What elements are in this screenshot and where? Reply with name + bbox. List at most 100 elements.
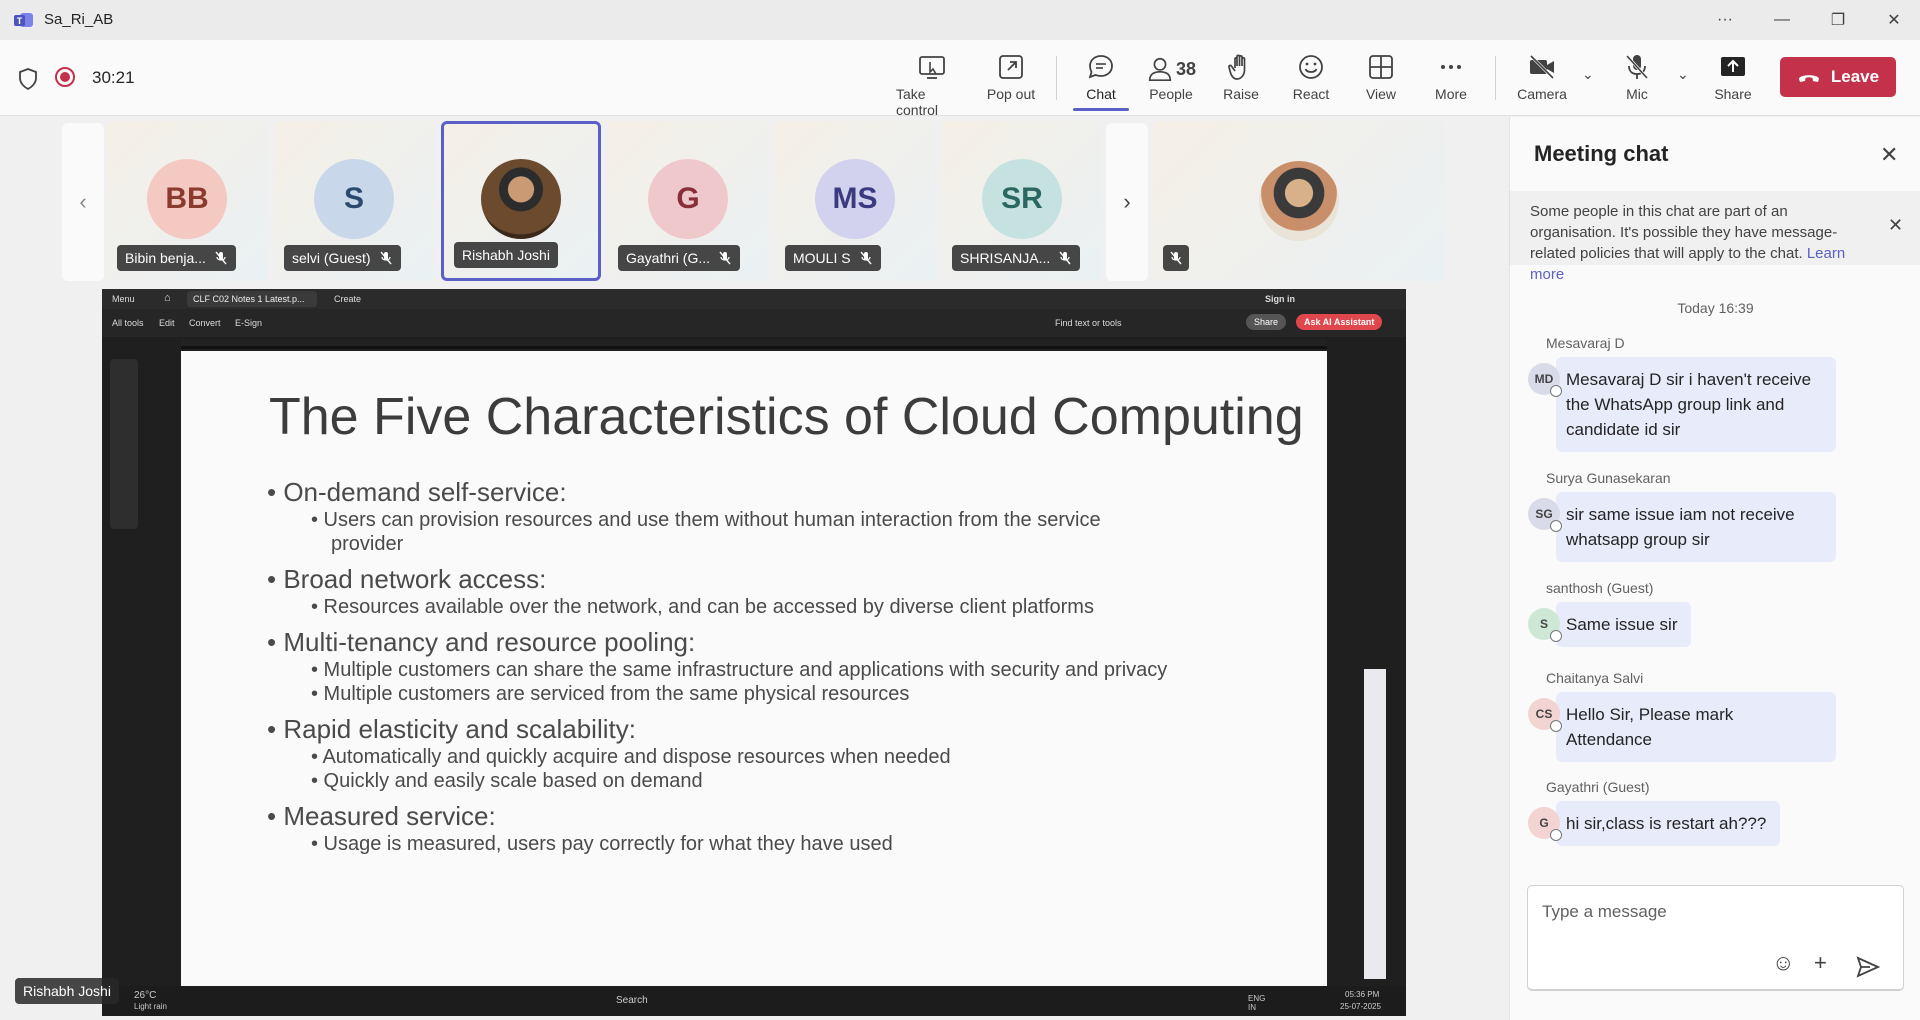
message-bubble: hi sir,class is restart ah??? [1556,801,1781,846]
chat-message[interactable]: Chaitanya Salvi CS Hello Sir, Please mark … [1528,670,1836,762]
slide-bullets: • On-demand self-service: • Users can pro… [267,469,1167,856]
view-button[interactable]: View [1345,52,1417,102]
take-control-icon [919,56,945,79]
close-chat-icon[interactable]: ✕ [1880,142,1898,168]
acrobat-side-tools [110,359,138,529]
camera-button[interactable]: Camera [1506,52,1578,102]
message-compose-box[interactable]: Type a message ☺ + [1527,885,1904,991]
camera-options-chevron-icon[interactable]: ⌄ [1582,66,1594,83]
raise-hand-button[interactable]: Raise [1205,52,1277,102]
avatar[interactable]: MD [1528,363,1562,397]
people-count: 38 [1175,58,1197,79]
more-options-icon[interactable]: ··· [1697,0,1753,40]
slide-bullet: • Measured service: [267,801,496,831]
close-window-button[interactable]: ✕ [1866,0,1920,40]
minimize-button[interactable]: — [1754,0,1810,40]
people-button[interactable]: 38 People [1135,52,1207,102]
chat-panel-title: Meeting chat [1534,141,1669,166]
message-sender: Mesavaraj D [1546,335,1625,351]
avatar[interactable]: G [1528,807,1562,841]
presence-status-icon [1550,720,1562,732]
chat-message[interactable]: Surya Gunasekaran SG sir same issue iam no… [1528,470,1836,562]
annotation-toolbar [1364,669,1386,979]
message-bubble: Mesavaraj D sir i haven't receive the Wh… [1556,357,1836,452]
raise-hand-icon [1228,54,1246,80]
participant-tile-video[interactable] [1153,121,1445,281]
strip-next-chevron-icon[interactable]: › [1106,123,1148,281]
slide-sub-bullet: • Quickly and easily scale based on dema… [311,770,703,792]
page-separator [181,339,1327,349]
mic-off-icon [1625,54,1649,80]
avatar: SR [982,159,1062,239]
participant-tile[interactable]: MS MOULI S [775,121,935,281]
participant-name: MOULI S [785,245,881,271]
chat-message[interactable]: Gayathri (Guest) Ghi sir,class is restart… [1528,779,1781,846]
avatar: S [314,159,394,239]
participant-tile[interactable]: SR SHRISANJA... [942,121,1102,281]
slide-bullet: • Multi-tenancy and resource pooling: [267,627,696,657]
take-control-button[interactable]: Take control [896,52,968,118]
react-button[interactable]: React [1275,52,1347,102]
presence-status-icon [1550,520,1562,532]
dismiss-notice-icon[interactable]: ✕ [1888,215,1903,236]
more-dots-icon [1441,65,1461,69]
participant-name: Rishabh Joshi [454,242,558,268]
avatar: MS [815,159,895,239]
meeting-chat-panel: Meeting chat ✕ Some people in this chat … [1509,117,1920,1020]
shield-icon[interactable] [18,68,38,90]
more-button[interactable]: More [1415,52,1487,102]
share-screen-icon [1721,57,1745,76]
acrobat-title-bar: Menu ⌂ CLF C02 Notes 1 Latest.p... Creat… [102,289,1406,309]
pop-out-button[interactable]: Pop out [975,52,1047,102]
participant-tile[interactable]: Sselvi (Guest) [274,121,434,281]
chat-button[interactable]: Chat [1065,52,1137,111]
mic-options-chevron-icon[interactable]: ⌄ [1677,66,1689,83]
chat-message[interactable]: santhosh (Guest) S Same issue sir [1528,580,1692,647]
leave-button[interactable]: Leave [1780,57,1896,97]
message-sender: santhosh (Guest) [1546,580,1654,596]
chat-icon [1088,55,1113,79]
recording-icon [55,67,75,87]
toolbar-divider [1056,56,1057,100]
pdf-page: The Five Characteristics of Cloud Comput… [181,351,1327,1016]
participant-tile[interactable]: Rishabh Joshi [441,121,601,281]
window-title: Sa_Ri_AB [44,11,114,28]
share-button[interactable]: Share [1697,52,1769,102]
acrobat-menu: Menu [112,294,135,304]
slide-bullet: • Broad network access: [267,564,547,594]
message-bubble: Same issue sir [1556,602,1692,647]
strip-previous-chevron-icon[interactable]: ‹ [62,123,104,281]
participant-name: Gayathri (G... [618,245,741,271]
message-sender: Gayathri (Guest) [1546,779,1650,795]
avatar[interactable]: SG [1528,498,1562,532]
slide-sub-bullet: • Users can provision resources and use … [311,509,1101,531]
maximize-button[interactable]: ❐ [1810,0,1866,40]
mic-off-icon [860,251,872,265]
message-input[interactable]: Type a message [1542,902,1667,922]
participant-tile[interactable]: BB Bibin benja... [107,121,267,281]
slide-sub-bullet: • Multiple customers are serviced from t… [311,683,910,705]
mic-off-icon [380,251,392,265]
avatar: G [648,159,728,239]
slide-bullet: • Rapid elasticity and scalability: [267,714,636,744]
emoji-icon[interactable]: ☺ [1772,950,1794,976]
message-bubble: sir same issue iam not receive whatsapp … [1556,492,1836,562]
active-tab-indicator [1073,108,1129,111]
camera-off-icon [1529,54,1555,80]
mic-off-icon [1170,251,1182,265]
mic-off-icon [1059,251,1071,265]
participant-tile[interactable]: G Gayathri (G... [608,121,768,281]
message-sender: Surya Gunasekaran [1546,470,1671,486]
chat-message[interactable]: Mesavaraj D MD Mesavaraj D sir i haven't r… [1528,335,1836,452]
add-attachment-icon[interactable]: + [1814,950,1827,976]
send-icon[interactable] [1856,956,1880,978]
mic-button[interactable]: Mic [1601,52,1673,102]
slide-sub-bullet: provider [331,533,404,555]
participant-name: SHRISANJA... [952,245,1081,271]
acrobat-create: Create [334,294,362,304]
participant-muted-badge [1163,245,1189,271]
react-icon [1299,55,1323,79]
avatar[interactable]: CS [1528,698,1562,732]
avatar[interactable]: S [1528,608,1562,642]
participant-name: selvi (Guest) [284,245,401,271]
